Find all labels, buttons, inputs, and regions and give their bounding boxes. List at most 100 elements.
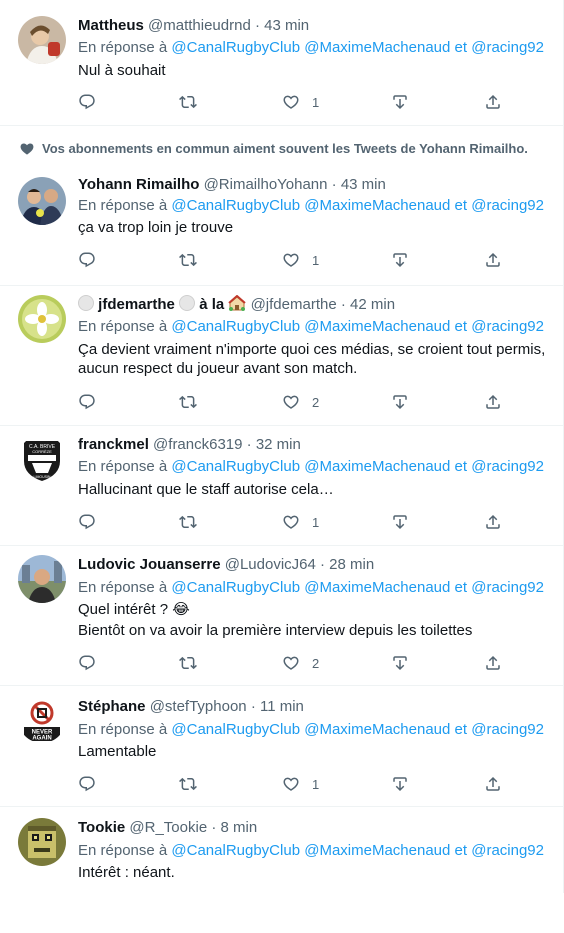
download-arrow-icon — [391, 393, 409, 411]
retweet-button[interactable] — [179, 512, 197, 532]
mention-racing92[interactable]: @racing92 — [471, 579, 544, 596]
avatar[interactable] — [18, 295, 66, 343]
tweet-time[interactable]: · 11 min — [251, 698, 304, 715]
download-button[interactable] — [391, 250, 409, 270]
tweet-mattheus[interactable]: Mattheus @matthieudrnd · 43 min En répon… — [0, 0, 563, 126]
mention-maximemachenaud[interactable]: @MaximeMachenaud — [304, 318, 450, 335]
download-button[interactable] — [391, 774, 409, 794]
mention-canalrugbyclub[interactable]: @CanalRugbyClub — [171, 842, 300, 859]
display-name[interactable]: Tookie — [78, 819, 125, 836]
tweet-franckmel[interactable]: C.A. BRIVE CORRÈZE LIMOUSIN franckmel @fra… — [0, 425, 563, 546]
like-button[interactable]: 1 — [282, 92, 319, 112]
user-handle[interactable]: @LudovicJ64 — [225, 556, 316, 573]
retweet-button[interactable] — [179, 653, 197, 673]
tweet-time[interactable]: · 42 min — [341, 296, 395, 313]
tweet-text: Ça devient vraiment n'importe quoi ces m… — [78, 341, 546, 358]
share-icon — [484, 393, 502, 411]
download-button[interactable] — [391, 92, 409, 112]
avatar[interactable] — [18, 818, 66, 866]
reply-button[interactable] — [78, 512, 96, 532]
reply-bubble-icon — [78, 93, 96, 111]
display-name[interactable]: Stéphane — [78, 698, 146, 715]
retweet-button[interactable] — [179, 250, 197, 270]
download-button[interactable] — [391, 512, 409, 532]
avatar[interactable] — [18, 177, 66, 225]
mention-racing92[interactable]: @racing92 — [471, 721, 544, 738]
tweet-tookie[interactable]: Tookie @R_Tookie · 8 min En réponse à @C… — [0, 806, 563, 893]
like-button[interactable]: 2 — [282, 653, 319, 673]
display-name[interactable]: Mattheus — [78, 17, 144, 34]
avatar[interactable]: C.A. BRIVE CORRÈZE LIMOUSIN — [18, 435, 66, 483]
reply-button[interactable] — [78, 250, 96, 270]
retweet-button[interactable] — [179, 774, 197, 794]
user-handle[interactable]: @RimailhoYohann — [204, 176, 328, 193]
user-handle[interactable]: @R_Tookie — [129, 819, 207, 836]
reply-button[interactable] — [78, 92, 96, 112]
user-handle[interactable]: @franck6319 — [153, 436, 242, 453]
mention-racing92[interactable]: @racing92 — [471, 318, 544, 335]
download-button[interactable] — [391, 653, 409, 673]
mention-racing92[interactable]: @racing92 — [471, 458, 544, 475]
share-button[interactable] — [484, 774, 502, 794]
tweet-time[interactable]: · 8 min — [211, 819, 257, 836]
retweet-icon — [179, 93, 197, 111]
mention-maximemachenaud[interactable]: @MaximeMachenaud — [304, 842, 450, 859]
user-handle[interactable]: @stefTyphoon — [150, 698, 247, 715]
mention-maximemachenaud[interactable]: @MaximeMachenaud — [304, 197, 450, 214]
user-handle[interactable]: @matthieudrnd — [148, 17, 251, 34]
share-button[interactable] — [484, 512, 502, 532]
tweet-text: Quel intérêt ? 😂 — [78, 601, 190, 618]
mention-canalrugbyclub[interactable]: @CanalRugbyClub — [171, 39, 300, 56]
tweet-time[interactable]: · 43 min — [255, 17, 309, 34]
user-handle[interactable]: @jfdemarthe — [251, 296, 337, 313]
avatar[interactable]: NEVER AGAIN — [18, 695, 66, 743]
retweet-button[interactable] — [179, 92, 197, 112]
mention-canalrugbyclub[interactable]: @CanalRugbyClub — [171, 579, 300, 596]
tweet-time[interactable]: · 28 min — [320, 556, 374, 573]
mention-racing92[interactable]: @racing92 — [471, 197, 544, 214]
like-button[interactable]: 2 — [282, 392, 319, 412]
avatar[interactable] — [18, 555, 66, 603]
tweet-time[interactable]: · 43 min — [332, 176, 386, 193]
tweet-header: Stéphane @stefTyphoon · 11 min — [78, 697, 304, 717]
share-button[interactable] — [484, 392, 502, 412]
mention-maximemachenaud[interactable]: @MaximeMachenaud — [304, 579, 450, 596]
reply-prefix: En réponse à — [78, 318, 168, 335]
display-name[interactable]: Yohann Rimailho — [78, 176, 199, 193]
mention-racing92[interactable]: @racing92 — [471, 39, 544, 56]
display-name-suffix[interactable]: à la — [199, 296, 224, 313]
reply-and: et — [454, 39, 468, 56]
reply-button[interactable] — [78, 653, 96, 673]
retweet-button[interactable] — [179, 392, 197, 412]
like-count: 2 — [312, 655, 320, 671]
tweet-ludovic-jouanserre[interactable]: Ludovic Jouanserre @LudovicJ64 · 28 min … — [0, 545, 563, 686]
mention-canalrugbyclub[interactable]: @CanalRugbyClub — [171, 458, 300, 475]
heart-outline-icon — [282, 93, 300, 111]
mention-maximemachenaud[interactable]: @MaximeMachenaud — [304, 39, 450, 56]
tweet-time[interactable]: · 32 min — [247, 436, 301, 453]
mention-canalrugbyclub[interactable]: @CanalRugbyClub — [171, 721, 300, 738]
reply-button[interactable] — [78, 774, 96, 794]
tweet-jfdemarthe[interactable]: jfdemarthe à la @jfdemarthe · 42 min En … — [0, 285, 563, 426]
mention-canalrugbyclub[interactable]: @CanalRugbyClub — [171, 197, 300, 214]
share-button[interactable] — [484, 250, 502, 270]
avatar[interactable] — [18, 16, 66, 64]
like-button[interactable]: 1 — [282, 774, 319, 794]
share-button[interactable] — [484, 653, 502, 673]
like-count: 1 — [312, 514, 320, 530]
like-button[interactable]: 1 — [282, 512, 319, 532]
retweet-icon — [179, 251, 197, 269]
display-name[interactable]: jfdemarthe — [98, 296, 175, 313]
like-button[interactable]: 1 — [282, 250, 319, 270]
mention-canalrugbyclub[interactable]: @CanalRugbyClub — [171, 318, 300, 335]
reply-context: En réponse à @CanalRugbyClub @MaximeMach… — [78, 317, 544, 337]
reply-button[interactable] — [78, 392, 96, 412]
mention-racing92[interactable]: @racing92 — [471, 842, 544, 859]
tweet-stephane[interactable]: NEVER AGAIN Stéphane @stefTyphoon · 11 mi… — [0, 685, 563, 807]
mention-maximemachenaud[interactable]: @MaximeMachenaud — [304, 721, 450, 738]
download-button[interactable] — [391, 392, 409, 412]
share-button[interactable] — [484, 92, 502, 112]
display-name[interactable]: Ludovic Jouanserre — [78, 556, 221, 573]
display-name[interactable]: franckmel — [78, 436, 149, 453]
mention-maximemachenaud[interactable]: @MaximeMachenaud — [304, 458, 450, 475]
